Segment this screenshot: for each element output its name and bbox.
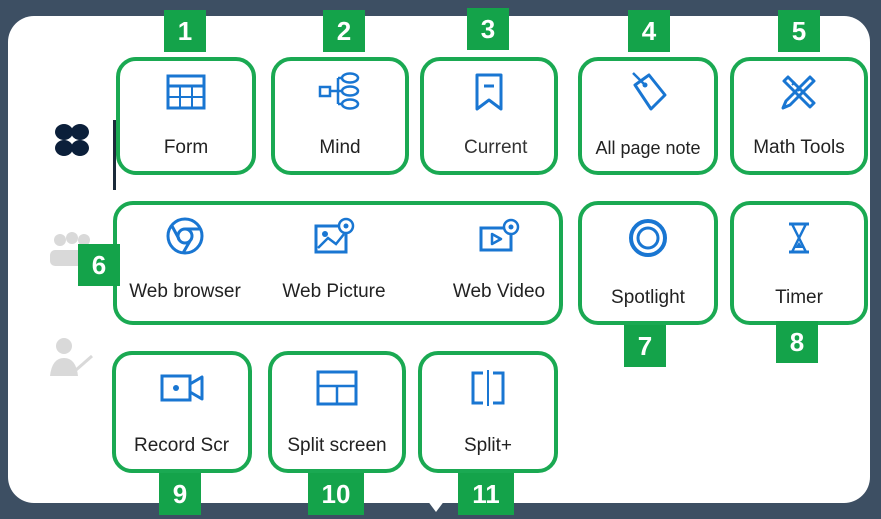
video-camera-icon [159, 365, 205, 411]
form-tool[interactable]: Form [116, 57, 256, 175]
badge-4: 4 [628, 10, 670, 52]
four-petal-apps-icon [55, 124, 89, 156]
chrome-browser-icon [162, 213, 208, 259]
web-browser-tool[interactable]: Web browser [115, 213, 255, 313]
teacher-icon [50, 338, 93, 376]
badge-11: 11 [458, 473, 514, 515]
mind-map-icon [317, 69, 363, 115]
category-apps[interactable] [52, 120, 92, 160]
spotlight-icon [625, 215, 671, 261]
panel-pointer [424, 496, 448, 512]
badge-3: 3 [467, 8, 509, 50]
all-page-note-label: All page note [595, 138, 701, 158]
current-tool[interactable]: Current [420, 57, 558, 175]
record-screen-label: Record Scr [134, 435, 230, 456]
mind-tool[interactable]: Mind [271, 57, 409, 175]
tag-icon [625, 69, 671, 115]
current-label: Current [464, 137, 528, 158]
split-plus-icon [465, 365, 511, 411]
timer-label: Timer [775, 287, 823, 308]
split-screen-tool[interactable]: Split screen [268, 351, 406, 473]
ruler-pencil-icon [776, 69, 822, 115]
badge-7: 7 [624, 325, 666, 367]
web-video-label: Web Video [452, 281, 546, 302]
hourglass-icon [776, 215, 822, 261]
math-tools-tool[interactable]: Math Tools [730, 57, 868, 175]
spotlight-label: Spotlight [611, 287, 685, 308]
badge-6: 6 [78, 244, 120, 286]
badge-10: 10 [308, 473, 364, 515]
split-grid-icon [314, 365, 360, 411]
web-video-icon [476, 213, 522, 259]
timer-tool[interactable]: Timer [730, 201, 868, 325]
web-tools-group: Web browser Web Picture Web Video [113, 201, 563, 325]
badge-1: 1 [164, 10, 206, 52]
split-plus-tool[interactable]: Split+ [418, 351, 558, 473]
web-picture-icon [311, 213, 357, 259]
bookmark-icon [466, 69, 512, 115]
form-label: Form [163, 137, 209, 158]
web-browser-label: Web browser [129, 281, 241, 302]
web-picture-label: Web Picture [282, 281, 386, 302]
web-video-tool[interactable]: Web Video [429, 213, 569, 313]
category-teacher[interactable] [46, 334, 96, 382]
web-picture-tool[interactable]: Web Picture [264, 213, 404, 313]
badge-9: 9 [159, 473, 201, 515]
split-plus-label: Split+ [463, 435, 513, 456]
mind-label: Mind [319, 137, 361, 158]
split-screen-label: Split screen [287, 435, 387, 456]
spotlight-tool[interactable]: Spotlight [578, 201, 718, 325]
all-page-note-tool[interactable]: All page note [578, 57, 718, 175]
table-icon [163, 69, 209, 115]
record-screen-tool[interactable]: Record Scr [112, 351, 252, 473]
badge-8: 8 [776, 321, 818, 363]
badge-5: 5 [778, 10, 820, 52]
math-tools-label: Math Tools [753, 137, 845, 158]
badge-2: 2 [323, 10, 365, 52]
